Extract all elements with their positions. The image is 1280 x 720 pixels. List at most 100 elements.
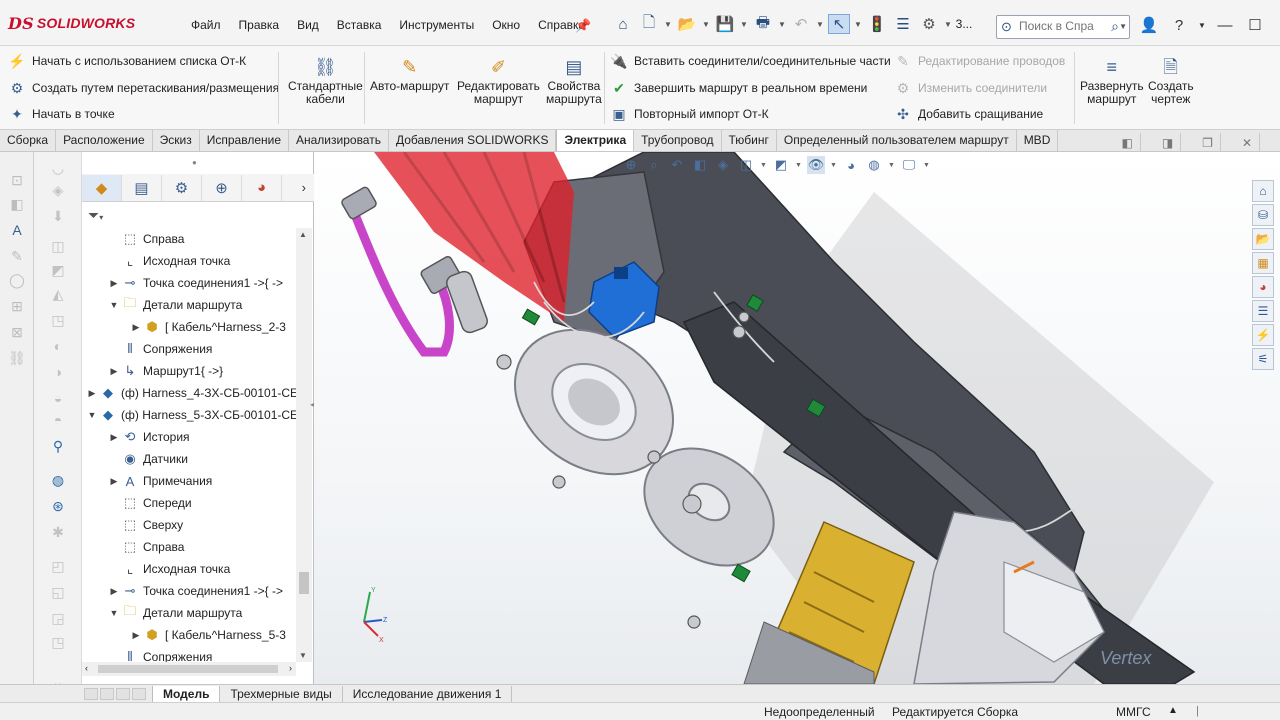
help-dropdown-icon[interactable]: ▼ [1198, 21, 1206, 30]
pattern-icon[interactable]: ⊞ [7, 296, 27, 316]
expand-arrow-icon[interactable]: ▶ [108, 366, 120, 377]
tab-piping[interactable]: Трубопровод [634, 130, 722, 151]
close-icon[interactable]: ✕ [1274, 16, 1280, 34]
dynamic-annotation-icon[interactable]: ◈ [714, 156, 732, 174]
tree-item[interactable]: ▼ 🗀 Детали маршрута [108, 602, 243, 624]
save-icon[interactable]: 💾 [714, 14, 736, 34]
zoom-to-area-icon[interactable]: ⌕ [645, 156, 663, 174]
tree-item[interactable]: ⫴ Сопряжения [108, 338, 212, 360]
edit-route-button[interactable]: ✐ Редактировать маршрут [457, 56, 540, 106]
select-dropdown-icon[interactable]: ▼ [854, 14, 862, 34]
expand-arrow-icon[interactable]: ▶ [130, 630, 142, 641]
tab-first-icon[interactable] [84, 687, 98, 700]
auto-route-button[interactable]: ✎ Авто-маршрут [370, 56, 449, 93]
tree-item[interactable]: ⬚ Справа [108, 536, 185, 558]
menu-insert[interactable]: Вставка [328, 18, 391, 32]
edit-wires-button[interactable]: ✎ Редактирование проводов [894, 52, 1065, 70]
solidworks-logo[interactable]: DS SOLIDWORKS [8, 12, 135, 34]
tree-item[interactable]: ▶ ↳ Маршрут1{ ->} [108, 360, 224, 382]
file-properties-icon[interactable]: ☰ [892, 14, 914, 34]
user-account-icon[interactable]: 👤 [1138, 16, 1160, 34]
routing-tool-18-icon[interactable]: ◲ [48, 608, 68, 628]
menu-view[interactable]: Вид [288, 18, 328, 32]
tab-assembly[interactable]: Сборка [0, 130, 57, 151]
menu-edit[interactable]: Правка [230, 18, 289, 32]
scroll-up-icon[interactable]: ▲ [299, 230, 307, 239]
expand-arrow-icon[interactable]: ▶ [108, 586, 120, 597]
expand-arrow-icon[interactable]: ▶ [108, 476, 120, 487]
linked-icon[interactable]: ⛓ [7, 348, 27, 368]
doc-close-icon[interactable]: ✕ [1235, 133, 1260, 154]
balloon-icon[interactable]: ◯ [7, 270, 27, 290]
display-style-icon[interactable]: ◩ [772, 156, 790, 174]
tree-item[interactable]: ⌞ Исходная точка [108, 250, 230, 272]
route-properties-button[interactable]: ▤ Свойства маршрута [546, 56, 602, 106]
edit-appearance-icon[interactable]: ◕ [842, 156, 860, 174]
pin-menu-icon[interactable]: 📌 [575, 18, 591, 34]
doc-restore-left-icon[interactable]: ◧ [1114, 133, 1141, 154]
scroll-thumb[interactable] [299, 572, 309, 594]
tab-tubing[interactable]: Тюбинг [722, 130, 777, 151]
section-view-icon[interactable]: ◧ [691, 156, 709, 174]
tree-vertical-scrollbar[interactable]: ▲ ▼ [296, 228, 312, 662]
panel-grip-icon[interactable]: ● [192, 158, 197, 167]
view-palette-icon[interactable]: ▦ [1252, 252, 1274, 274]
scroll-left-icon[interactable]: ‹ [85, 663, 88, 673]
expand-arrow-icon[interactable]: ▶ [108, 432, 120, 443]
expand-arrow-icon[interactable]: ▶ [108, 278, 120, 289]
search-magnifier-icon[interactable]: ⌕ [1111, 18, 1119, 35]
routing-tool-11-icon[interactable]: ◓ [48, 410, 68, 430]
previous-view-icon[interactable]: ↶ [668, 156, 686, 174]
feature-tree-tab-icon[interactable]: ◆ [82, 174, 122, 201]
tab-mbd[interactable]: MBD [1017, 130, 1059, 151]
hide-show-icon[interactable]: ◧ [7, 194, 27, 214]
dimxpert-tab-icon[interactable]: ⊕ [202, 174, 242, 201]
hscroll-thumb[interactable] [98, 665, 278, 673]
search-dropdown-icon[interactable]: ▼ [1119, 22, 1127, 31]
standard-cables-button[interactable]: ⛓ Стандартные кабели [288, 56, 363, 106]
tab-motion-study[interactable]: Исследование движения 1 [343, 685, 513, 702]
doc-restore-right-icon[interactable]: ◨ [1155, 133, 1182, 154]
print-dropdown-icon[interactable]: ▼ [778, 14, 786, 34]
clip-icon[interactable]: ◍ [48, 470, 68, 490]
options-gear-icon[interactable]: ⚙ [918, 14, 940, 34]
tree-item[interactable]: ▶ A Примечания [108, 470, 213, 492]
start-at-point-button[interactable]: ✦ Начать в точке [8, 105, 115, 123]
print-icon[interactable]: 🖶 [752, 14, 774, 34]
tab-evaluate[interactable]: Анализировать [289, 130, 389, 151]
routing-tool-3-icon[interactable]: ⬇ [48, 206, 68, 226]
cable-clip-icon[interactable]: ⊛ [48, 496, 68, 516]
hide-show-dropdown-icon[interactable]: ▼ [830, 156, 837, 174]
routing-tool-4-icon[interactable]: ◫ [48, 236, 68, 256]
expand-arrow-icon[interactable]: ▶ [130, 322, 142, 333]
doc-restore-icon[interactable]: ❐ [1195, 133, 1221, 154]
file-explorer-icon[interactable]: 📂 [1252, 228, 1274, 250]
appearances-icon[interactable]: ◕ [1252, 276, 1274, 298]
route-point-icon[interactable]: ⚲ [48, 436, 68, 456]
graphics-area[interactable]: ⊕ ⌕ ↶ ◧ ◈ ◫ ▼ ◩ ▼ 👁 ▼ ◕ ◍ ▼ 🖵 ▼ ⌂ ⛁ 📂 ▦ … [314, 152, 1280, 684]
tree-item[interactable]: ◉ Датчики [108, 448, 188, 470]
tree-item[interactable]: ⫴ Сопряжения [108, 646, 212, 662]
scroll-down-icon[interactable]: ▼ [299, 651, 307, 660]
tab-3d-views[interactable]: Трехмерные виды [220, 685, 343, 702]
tree-item[interactable]: ▶ ⊸ Точка соединения1 ->{ -> [108, 580, 283, 602]
exploded-view-icon[interactable]: ⊠ [7, 322, 27, 342]
tab-next-icon[interactable] [116, 687, 130, 700]
tab-markup[interactable]: Исправление [200, 130, 289, 151]
text-annotation-icon[interactable]: A [7, 220, 27, 240]
select-cursor-icon[interactable]: ↖ [828, 14, 850, 34]
zoom-to-fit-icon[interactable]: ⊕ [622, 156, 640, 174]
tree-item[interactable]: ⬚ Справа [108, 228, 185, 250]
routing-tool-15-icon[interactable]: ✱ [48, 522, 68, 542]
tabs-more-chevron-icon[interactable]: › [302, 180, 306, 195]
minimize-icon[interactable]: — [1214, 17, 1236, 34]
tree-item[interactable]: ▶ ◆ (ф) Harness_4-ЗХ-СБ-00101-СЕ [86, 382, 299, 404]
expand-arrow-icon[interactable]: ▶ [86, 388, 98, 399]
tree-item[interactable]: ▶ ⟲ История [108, 426, 190, 448]
solidworks-resources-icon[interactable]: ⌂ [1252, 180, 1274, 202]
options-dropdown-icon[interactable]: ▼ [944, 14, 952, 34]
apply-scene-dropdown-icon[interactable]: ▼ [888, 156, 895, 174]
new-document-icon[interactable]: 🗋 [638, 14, 660, 34]
routing-tool-5-icon[interactable]: ◩ [48, 260, 68, 280]
property-manager-tab-icon[interactable]: ▤ [122, 174, 162, 201]
